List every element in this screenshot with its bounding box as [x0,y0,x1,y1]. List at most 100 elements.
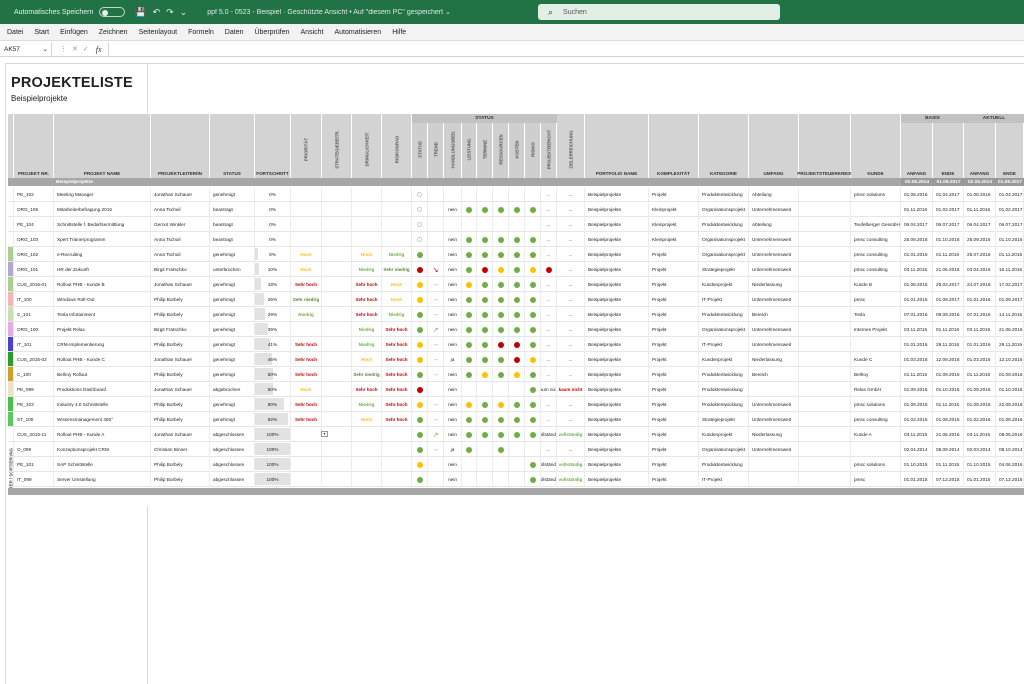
status-dot-icon [481,401,488,408]
cell-a2: 01.09.2015 [964,397,996,412]
dropdown-button[interactable]: ▾ [321,431,328,437]
table-row[interactable]: O_099 Konzeptionsprojekt CRM Christian Bin… [8,442,1024,457]
cell-t [477,397,493,412]
page-subtitle: Beispielprojekte [11,94,68,103]
cell-text: pmsc solutions [854,192,886,197]
cell-text: beantragt [213,207,233,212]
tab-ansicht[interactable]: Ansicht [301,29,324,36]
cell-a1: 01.09.2015 [901,397,933,412]
cell-fs: 0% [255,232,291,247]
table-row[interactable]: CUS_2016-02 Rollout PHB - Kunde C Jonathan… [8,352,1024,367]
level-text: Sehr hoch [385,387,408,392]
cell-text: ... [568,192,573,197]
tab-seitenlayout[interactable]: Seitenlayout [139,29,178,36]
name-box-value: AK57 [4,45,20,53]
header-vlabel-risk: RISIKOGRAD [394,135,399,164]
formula-actions-icons[interactable]: ⋮✕✓ [60,45,94,53]
table-row[interactable]: ORG_102 e-Recruiting Anna Tschoil genehmigt… [8,247,1024,262]
cell-k [509,247,525,262]
cell-dring: Sehr hoch [352,292,382,307]
search-box[interactable]: ⌕ Suchen [538,4,780,20]
status-dot-icon [545,266,552,273]
header-label-komp: KOMPLEXITÄT [657,171,690,176]
cell-e1: 01.10.2015 [933,382,964,397]
goal-text: kaum nicht [558,387,583,392]
table-row[interactable]: IT_101 CRM-Implementierung Philip Borbely g… [8,337,1024,352]
cell-text: ORG_102 [17,252,39,257]
table-row[interactable]: ORG_101 HR der Zukunft Birgit Fratschko unt… [8,262,1024,277]
cell-prio: Hoch [291,247,322,262]
name-box[interactable]: AK57 ⌄ [0,41,52,57]
cell-text: Server Umstellung [57,477,96,482]
cell-dring [352,202,382,217]
table-row[interactable]: ORG_105 Mitarbeiterbefragung 2016 Anna Tsc… [8,202,1024,217]
cell-prio: Hoch [291,262,322,277]
cell-text: Projekt [652,267,667,272]
cell-text: Strategieprojekt [702,267,735,272]
trend-arrow-icon: → [432,296,439,303]
fx-icon[interactable]: fx [96,45,102,54]
cell-leiter: Jonathan Schauer [151,382,210,397]
table-row[interactable]: CUS_2016-01 Rollout PHB - Kunde B Jonathan… [8,277,1024,292]
header-vlabel-t: TERMINE [482,139,487,160]
header-cell-a1: ANFANG [901,114,933,178]
table-row[interactable]: ORG_100 Projekt Relax Birgit Fratschko gene… [8,322,1024,337]
formula-input[interactable] [107,41,1024,57]
status-dot-icon [466,251,472,258]
status-dot-icon [529,461,536,468]
cell-nr: CUS_2016-01 [14,277,54,292]
table-row[interactable]: CUS_2015-11 Rollout PHB - Kunde A Jonathan… [8,427,1024,442]
cell-text: Organisationsprojekt [702,327,745,332]
worksheet[interactable]: PROJEKTELISTE Beispielprojekte PROJEKT N… [0,57,1024,684]
cell-pb: ... [541,277,557,292]
table-row[interactable]: C_100 Bellroy Rollout Philip Borbely genehm… [8,367,1024,382]
header-label-kunde: KUNDE [867,171,884,176]
cell-nr: PE_104 [14,217,54,232]
table-row[interactable]: IT_100 Windows Roll-Out Philip Borbely gene… [8,292,1024,307]
table-row[interactable]: C_101 Tesla Infotainment Philip Borbely gen… [8,307,1024,322]
table-row[interactable]: PE_103 Industry 4.0 Schnittstelle Philip B… [8,397,1024,412]
header-cell-hb: HANDLUNGSBED. [444,114,462,178]
tab-daten[interactable]: Daten [225,29,244,36]
cell-text: ST_100 [17,417,34,422]
autosave-toggle[interactable]: Automatisches Speichern [14,7,126,17]
toggle-switch-icon[interactable] [99,7,126,17]
cell-umf: Unternehmensweit [749,412,799,427]
table-row[interactable]: ORG_103 Xpert Trainerprogramm Anna Tschoil… [8,232,1024,247]
table-row[interactable]: PE_101 SAP Schnittstelle Philip Borbely abg… [8,457,1024,472]
status-dot-icon [529,431,536,438]
tab-automatisieren[interactable]: Automatisieren [334,29,381,36]
tab-start[interactable]: Start [34,29,49,36]
cell-e1: 08.09.2014 [933,442,964,457]
tab-überprüfen[interactable]: Überprüfen [254,29,289,36]
tab-einfügen[interactable]: Einfügen [60,29,88,36]
table-row[interactable]: IT_099 Server Umstellung Philip Borbely abg… [8,472,1024,487]
cell-text: Beispielprojekte [588,192,622,197]
chevron-down-icon[interactable]: ⌄ [43,45,48,53]
tab-zeichnen[interactable]: Zeichnen [99,29,128,36]
table-row[interactable]: PE_104 Schnittstelle f. Bedarfsermittlung… [8,217,1024,232]
status-empty-icon [417,192,422,197]
cell-t [477,457,493,472]
tab-hilfe[interactable]: Hilfe [392,29,406,36]
cell-dring: Sehr hoch [352,277,382,292]
table-row[interactable]: PE_099 Produktions Dashboard Jonathan Scha… [8,382,1024,397]
cell-name: Meeting Manager [54,187,151,202]
quick-access-icons[interactable]: 💾↶↷⌄ [135,7,193,18]
tab-datei[interactable]: Datei [7,29,23,36]
table-row[interactable]: ST_100 Wissensmanagement 360° Philip Borbe… [8,412,1024,427]
level-text: Hoch [300,267,312,272]
cell-hb: nein [444,292,462,307]
tab-formeln[interactable]: Formeln [188,29,214,36]
cell-status: genehmigt [210,412,255,427]
cell-a2: 01.02.2016 [964,412,996,427]
table-row[interactable]: PE_102 Meeting Manager Jonathan Schauer gen… [8,187,1024,202]
cell-text: ... [568,312,573,317]
cell-kat: Kundenprojekt [699,427,749,442]
cell-text: ... [568,282,573,287]
cell-pb: ... [541,187,557,202]
progress-text: 100% [266,477,279,482]
cell-text: 01.11.2015 [967,372,991,377]
progress-text: 50% [267,372,278,377]
cell-text: 01.01.2016 [904,252,928,257]
